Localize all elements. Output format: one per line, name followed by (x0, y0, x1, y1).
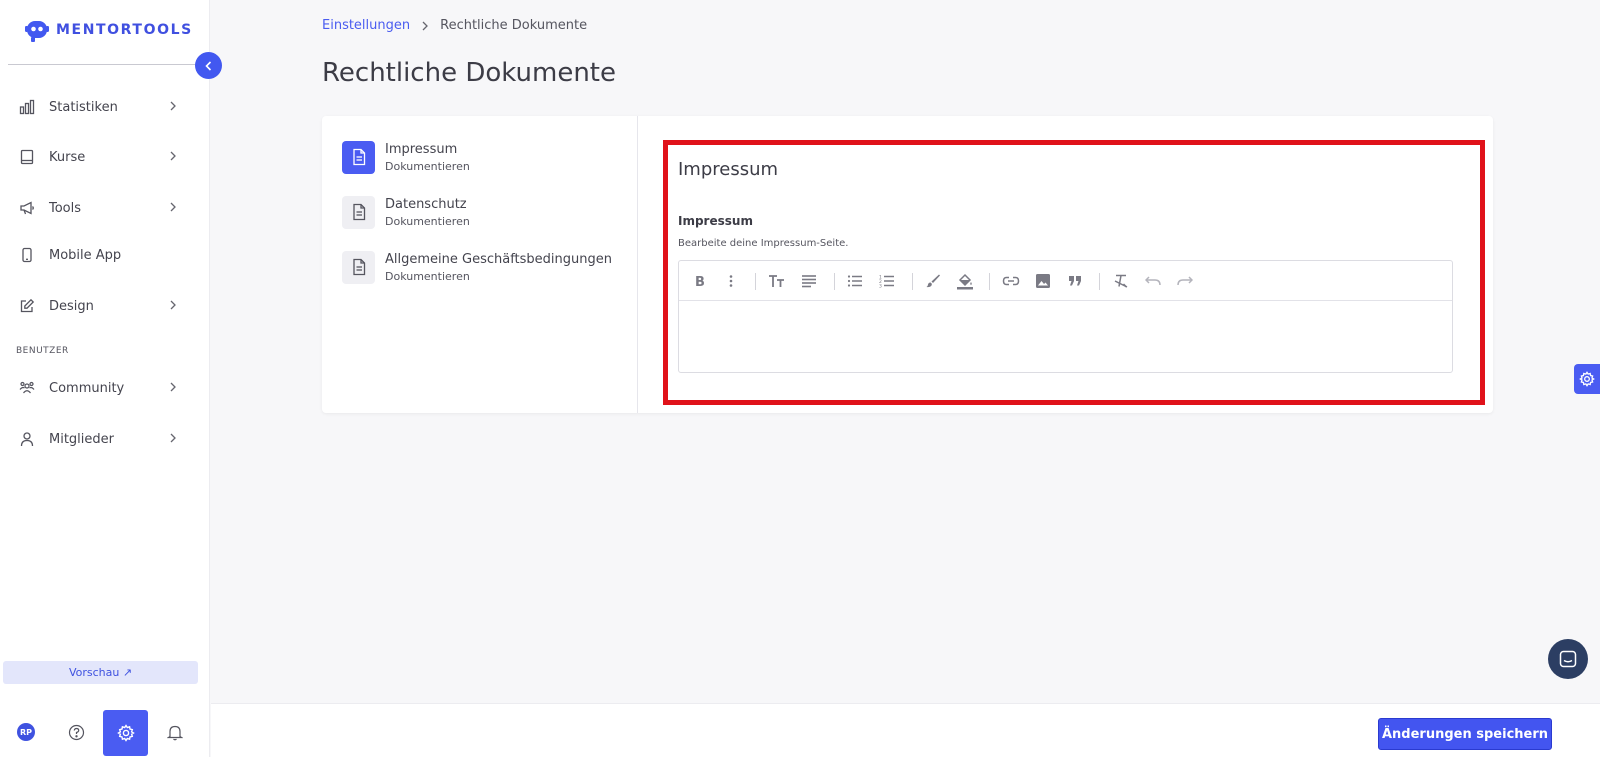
document-icon (342, 195, 375, 229)
sidebar-item-label: Community (49, 380, 125, 396)
document-item-agb[interactable]: Allgemeine Geschäftsbedingungen Dokument… (342, 247, 622, 287)
document-icon (342, 140, 375, 174)
chevron-right-icon (170, 433, 176, 443)
floating-settings-button[interactable] (1574, 364, 1600, 394)
bold-icon[interactable]: B (689, 271, 709, 291)
chat-launcher-button[interactable] (1548, 639, 1588, 679)
sidebar: MENTORTOOLS Statistiken Kurse Tools Mobi… (0, 0, 210, 757)
editor-toolbar: B 123 (679, 261, 1452, 301)
chevron-left-icon (204, 60, 211, 71)
gear-icon (1579, 371, 1595, 387)
phone-icon (18, 246, 36, 264)
sidebar-item-community[interactable]: Community (0, 368, 200, 408)
field-help-text: Bearbeite deine Impressum-Seite. (678, 238, 849, 249)
logo[interactable]: MENTORTOOLS (24, 17, 193, 43)
page-title: Rechtliche Dokumente (322, 58, 616, 88)
bullet-list-icon[interactable] (845, 271, 865, 291)
more-vertical-icon[interactable] (721, 271, 741, 291)
editor-content-area[interactable] (679, 302, 1452, 373)
breadcrumb: Einstellungen Rechtliche Dokumente (322, 18, 587, 33)
document-subtitle: Dokumentieren (385, 214, 470, 228)
image-icon[interactable] (1033, 271, 1053, 291)
toolbar-separator (755, 273, 756, 290)
sidebar-item-mobile-app[interactable]: Mobile App (0, 235, 200, 275)
card-divider (637, 116, 638, 413)
breadcrumb-current: Rechtliche Dokumente (440, 18, 588, 33)
svg-text:B: B (695, 275, 705, 288)
sidebar-item-label: Mobile App (49, 247, 122, 263)
numbered-list-icon[interactable]: 123 (877, 271, 897, 291)
document-title: Allgemeine Geschäftsbedingungen (385, 251, 612, 267)
preview-button[interactable]: Vorschau ↗ (3, 661, 198, 684)
sidebar-item-label: Statistiken (49, 99, 118, 115)
sidebar-item-label: Kurse (49, 149, 86, 165)
bell-icon[interactable] (165, 722, 185, 742)
settings-button[interactable] (103, 710, 148, 756)
chevron-right-icon (422, 21, 429, 30)
align-icon[interactable] (799, 271, 819, 291)
chevron-right-icon (170, 300, 176, 310)
redo-icon[interactable] (1175, 271, 1195, 291)
undo-icon[interactable] (1143, 271, 1163, 291)
gear-icon (116, 724, 135, 742)
chat-icon (1559, 650, 1577, 668)
sidebar-item-label: Mitglieder (49, 431, 114, 447)
sidebar-item-mitglieder[interactable]: Mitglieder (0, 419, 200, 459)
document-item-datenschutz[interactable]: Datenschutz Dokumentieren (342, 192, 622, 232)
sidebar-item-label: Tools (49, 200, 82, 216)
document-icon (342, 250, 375, 284)
logo-text: MENTORTOOLS (56, 22, 193, 38)
robot-logo-icon (25, 21, 49, 42)
brush-icon[interactable] (923, 271, 943, 291)
document-title: Datenschutz (385, 196, 467, 212)
document-item-impressum[interactable]: Impressum Dokumentieren (342, 137, 622, 177)
avatar[interactable]: RP (17, 723, 35, 741)
logo-divider (8, 64, 198, 65)
document-title: Impressum (385, 141, 458, 157)
document-subtitle: Dokumentieren (385, 269, 470, 283)
toolbar-separator (912, 273, 913, 290)
field-label: Impressum (678, 214, 753, 228)
link-icon[interactable] (1001, 271, 1021, 291)
megaphone-icon (18, 199, 36, 217)
help-icon[interactable] (66, 722, 86, 742)
pencil-icon (18, 297, 36, 315)
quote-icon[interactable] (1065, 271, 1085, 291)
editor-heading: Impressum (678, 159, 779, 180)
book-icon (18, 148, 36, 166)
save-button[interactable]: Änderungen speichern (1378, 718, 1552, 750)
document-subtitle: Dokumentieren (385, 159, 470, 173)
section-label-benutzer: BENUTZER (16, 346, 69, 356)
sidebar-item-tools[interactable]: Tools (0, 188, 200, 228)
svg-text:3: 3 (879, 284, 882, 289)
chevron-right-icon (170, 382, 176, 392)
sidebar-item-design[interactable]: Design (0, 286, 200, 326)
people-icon (18, 379, 36, 397)
rich-text-editor: B 123 (678, 260, 1453, 373)
sidebar-item-statistiken[interactable]: Statistiken (0, 87, 200, 127)
text-size-icon[interactable] (767, 271, 787, 291)
clear-format-icon[interactable] (1111, 271, 1131, 291)
user-icon (18, 430, 36, 448)
toolbar-separator (989, 273, 990, 290)
chevron-right-icon (170, 151, 176, 161)
sidebar-item-label: Design (49, 298, 94, 314)
toolbar-separator (1099, 273, 1100, 290)
breadcrumb-link-einstellungen[interactable]: Einstellungen (322, 18, 410, 33)
sidebar-item-kurse[interactable]: Kurse (0, 137, 200, 177)
collapse-sidebar-button[interactable] (195, 52, 222, 79)
chevron-right-icon (170, 202, 176, 212)
toolbar-separator (834, 273, 835, 290)
chevron-right-icon (170, 101, 176, 111)
bar-chart-icon (18, 98, 36, 116)
fill-color-icon[interactable] (955, 271, 975, 291)
